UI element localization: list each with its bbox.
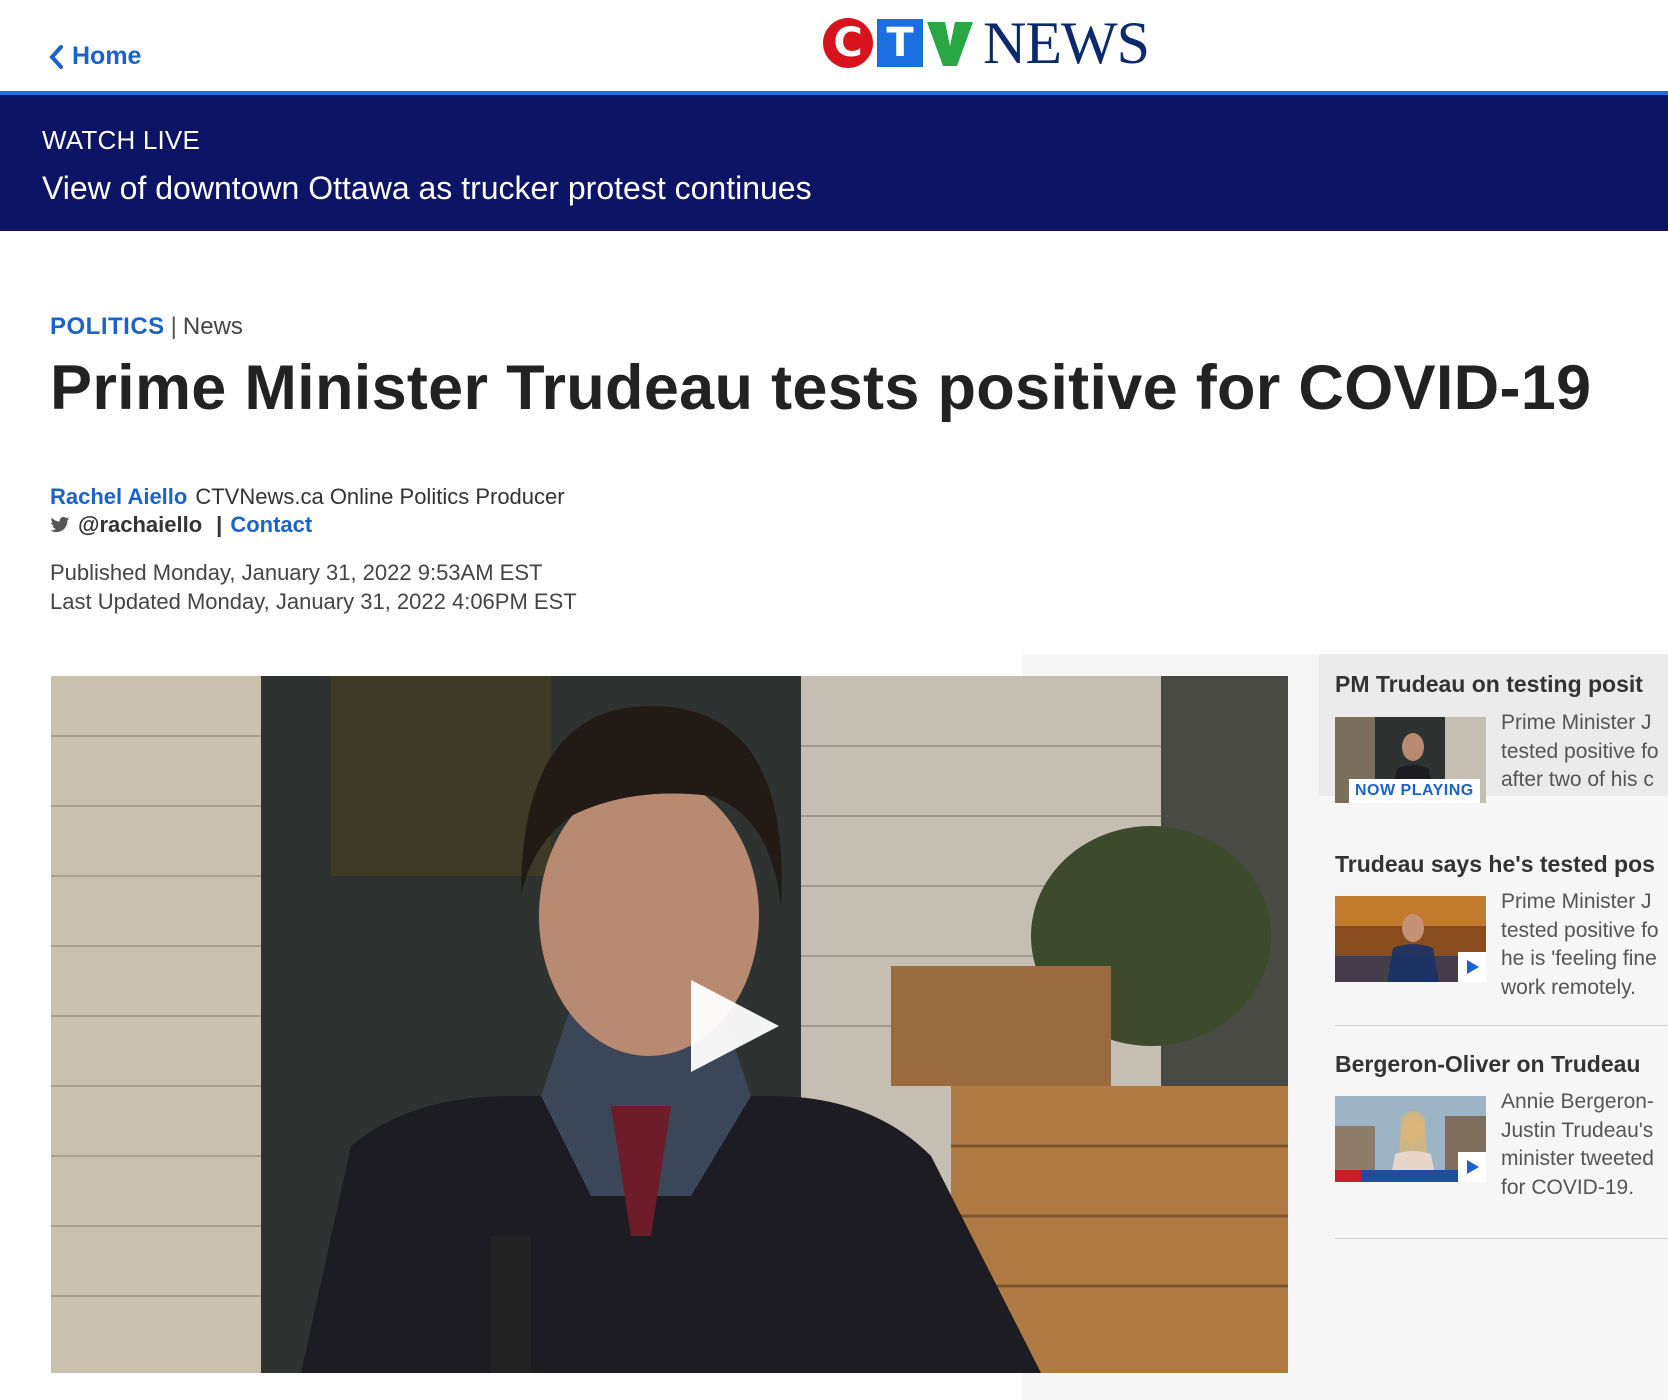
related-video-thumbnail[interactable] <box>1335 1096 1486 1182</box>
article-headline: Prime Minister Trudeau tests positive fo… <box>50 353 1592 423</box>
published-date: Published Monday, January 31, 2022 9:53A… <box>50 560 543 585</box>
breadcrumb-separator: | <box>170 313 177 340</box>
author-link[interactable]: Rachel Aiello <box>50 484 187 509</box>
watch-live-banner[interactable]: WATCH LIVE View of downtown Ottawa as tr… <box>0 95 1668 231</box>
article-dates: Published Monday, January 31, 2022 9:53A… <box>50 558 577 616</box>
logo-t: T <box>877 19 923 67</box>
related-video-title[interactable]: Bergeron-Oliver on Trudeau <box>1335 1051 1668 1078</box>
category-link[interactable]: POLITICS <box>50 313 165 340</box>
related-video-2[interactable]: Trudeau says he's tested pos Prime Minis… <box>1319 830 1668 1030</box>
ctv-news-logo[interactable]: C T NEWS <box>823 10 1150 76</box>
watch-live-label: WATCH LIVE <box>42 125 201 155</box>
chevron-left-icon <box>49 44 63 69</box>
contact-link[interactable]: Contact <box>230 512 312 538</box>
video-thumbnail <box>51 676 1288 1373</box>
related-video-description: Annie Bergeron- Justin Trudeau's ministe… <box>1501 1090 1654 1199</box>
related-video-3[interactable]: Bergeron-Oliver on Trudeau Annie Bergero… <box>1319 1030 1668 1240</box>
byline: Rachel Aiello CTVNews.ca Online Politics … <box>50 484 565 510</box>
play-icon[interactable] <box>683 976 783 1076</box>
home-label: Home <box>72 42 142 70</box>
section-label: News <box>182 313 243 340</box>
home-link[interactable]: Home <box>48 42 141 71</box>
updated-date: Last Updated Monday, January 31, 2022 4:… <box>50 589 577 614</box>
now-playing-badge: NOW PLAYING <box>1349 779 1480 803</box>
related-video-description: Prime Minister J tested positive fo afte… <box>1501 711 1659 791</box>
twitter-icon[interactable] <box>50 516 70 534</box>
related-video-thumbnail[interactable] <box>1335 896 1486 982</box>
related-video-title[interactable]: Trudeau says he's tested pos <box>1335 851 1668 878</box>
video-play-badge <box>1458 952 1486 982</box>
video-play-badge <box>1458 1152 1486 1182</box>
related-video-thumbnail[interactable]: NOW PLAYING <box>1335 717 1486 803</box>
related-divider <box>1335 1025 1668 1026</box>
related-video-description: Prime Minister J tested positive fo he i… <box>1501 890 1659 999</box>
logo-v <box>927 22 973 66</box>
twitter-handle[interactable]: @rachaiello <box>78 512 202 538</box>
logo-wordmark: NEWS <box>983 10 1150 76</box>
logo-c: C <box>823 18 873 68</box>
top-header: Home C T NEWS <box>0 0 1668 91</box>
author-role: CTVNews.ca Online Politics Producer <box>195 484 565 509</box>
related-video-1[interactable]: PM Trudeau on testing posit NOW PLAYING … <box>1319 654 1668 803</box>
play-icon <box>1467 960 1479 974</box>
play-icon <box>1467 1160 1479 1174</box>
related-video-title[interactable]: PM Trudeau on testing posit <box>1335 671 1668 698</box>
breadcrumb: POLITICS | News <box>50 313 243 341</box>
watch-live-title[interactable]: View of downtown Ottawa as trucker prote… <box>42 170 812 207</box>
related-divider <box>1335 1238 1668 1239</box>
author-social: @rachaiello | Contact <box>50 512 312 538</box>
video-player[interactable] <box>51 676 1288 1373</box>
social-divider: | <box>216 512 223 537</box>
